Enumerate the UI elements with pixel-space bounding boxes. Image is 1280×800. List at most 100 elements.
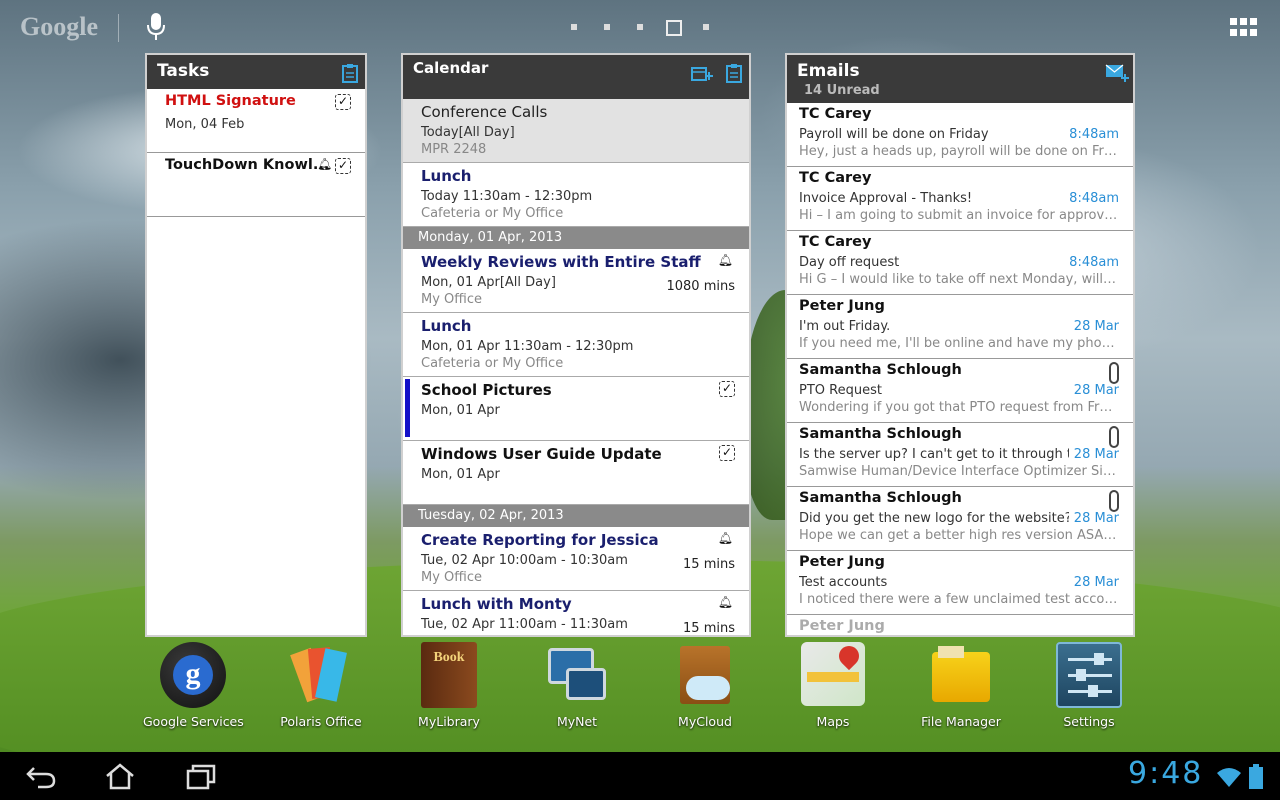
battery-icon — [1249, 764, 1263, 789]
day-header: Tuesday, 02 Apr, 2013 — [403, 505, 749, 527]
calendar-widget: Calendar Conference Calls Today[All Day]… — [401, 53, 751, 637]
email-time: 28 Mar — [1073, 511, 1119, 526]
email-list[interactable]: TC Carey Payroll will be done on Friday He… — [787, 103, 1133, 635]
maps-icon — [800, 641, 866, 708]
email-item[interactable]: Samantha Schlough PTO Request Wondering if… — [787, 359, 1133, 423]
email-time: 28 Mar — [1073, 383, 1119, 398]
email-item[interactable]: Peter Jung Test accounts I noticed there w… — [787, 551, 1133, 615]
task-item[interactable]: HTML Signature Mon, 04 Feb ✓ — [147, 89, 365, 153]
email-item[interactable]: Peter Jung I'm out Friday. If you need me,… — [787, 295, 1133, 359]
email-subject: Is the server up? I can't get to it thro… — [799, 447, 1069, 462]
attachment-icon — [1109, 362, 1119, 384]
dock-app-label: Google Services — [143, 714, 244, 729]
event-where: MPR 2248 — [421, 142, 487, 157]
reminder-bell-icon: 🔔︎ — [317, 157, 333, 171]
email-time: 28 Mar — [1073, 447, 1119, 462]
add-event-icon[interactable] — [691, 63, 713, 83]
back-icon[interactable] — [24, 762, 58, 790]
emails-title: Emails — [797, 61, 860, 81]
task-item[interactable]: TouchDown Knowl... 🔔︎ ✓ — [147, 153, 365, 217]
home-icon[interactable] — [103, 762, 137, 790]
mylibrary-icon: Book — [416, 642, 482, 708]
task-checkbox[interactable]: ✓ — [719, 445, 735, 461]
email-item[interactable]: Samantha Schlough Is the server up? I can… — [787, 423, 1133, 487]
calendar-event[interactable]: Conference Calls Today[All Day] MPR 2248 — [403, 99, 749, 163]
dock-app-label: File Manager — [921, 714, 1001, 729]
email-subject: Day off request — [799, 255, 900, 270]
page-dot — [632, 20, 665, 36]
calendar-event[interactable]: Weekly Reviews with Entire Staff Mon, 01… — [403, 249, 749, 313]
email-item[interactable]: TC Carey Invoice Approval - Thanks! Hi – I… — [787, 167, 1133, 231]
task-name: HTML Signature — [165, 93, 296, 109]
calendar-event[interactable]: Lunch with Monty Tue, 02 Apr 11:00am - 1… — [403, 591, 749, 636]
email-time: 8:48am — [1069, 127, 1119, 142]
task-date: Mon, 04 Feb — [165, 117, 245, 132]
event-when: Today 11:30am - 12:30pm — [421, 189, 593, 204]
dock-app-mylibrary[interactable]: Book MyLibrary — [399, 642, 499, 729]
calendar-event[interactable]: Lunch Today 11:30am - 12:30pm Cafeteria … — [403, 163, 749, 227]
email-subject: PTO Request — [799, 383, 882, 398]
task-checkbox[interactable]: ✓ — [719, 381, 735, 397]
clipboard-icon[interactable] — [726, 63, 742, 83]
event-duration: 1080 mins — [666, 279, 735, 294]
email-sender: TC Carey — [799, 170, 872, 186]
dock-app-polaris-office[interactable]: Polaris Office — [271, 642, 371, 729]
email-subject: Did you get the new logo for the website… — [799, 511, 1069, 526]
page-dot — [599, 20, 632, 36]
tasks-widget: Tasks HTML Signature Mon, 04 Feb ✓ Touch… — [145, 53, 367, 637]
dock-app-settings[interactable]: Settings — [1039, 642, 1139, 729]
event-where: Cafeteria or My Office — [421, 356, 564, 371]
email-time: 8:48am — [1069, 191, 1119, 206]
dock-app-mynet[interactable]: MyNet — [527, 642, 627, 729]
email-item[interactable]: Samantha Schlough Did you get the new log… — [787, 487, 1133, 551]
dock-app-label: MyNet — [556, 714, 598, 729]
dock-app-label: Settings — [1063, 714, 1115, 729]
task-checkbox[interactable]: ✓ — [335, 94, 351, 110]
email-subject: Invoice Approval - Thanks! — [799, 191, 973, 206]
voice-search-icon[interactable] — [145, 12, 167, 42]
dock-app-google-services[interactable]: g Google Services — [143, 642, 244, 729]
page-dot-current — [665, 20, 698, 36]
reminder-bell-icon: 🔔︎ — [717, 531, 733, 545]
email-sender: Samantha Schlough — [799, 490, 962, 506]
calendar-event[interactable]: Lunch Mon, 01 Apr 11:30am - 12:30pm Cafe… — [403, 313, 749, 377]
dock-app-mycloud[interactable]: MyCloud — [655, 642, 755, 729]
dock-app-file-manager[interactable]: File Manager — [911, 642, 1011, 729]
emails-header: Emails 14 Unread — [787, 55, 1133, 103]
email-preview: Hope we can get a better high res versio… — [799, 528, 1119, 543]
wifi-icon — [1217, 768, 1241, 787]
google-search-widget[interactable]: Google — [20, 12, 98, 42]
email-preview: Hey, just a heads up, payroll will be do… — [799, 144, 1119, 159]
recent-apps-icon[interactable] — [184, 762, 218, 790]
email-item[interactable]: TC Carey Payroll will be done on Friday He… — [787, 103, 1133, 167]
email-time: 8:48am — [1069, 255, 1119, 270]
settings-icon — [1056, 642, 1122, 708]
email-item[interactable]: TC Carey Day off request Hi G – I would li… — [787, 231, 1133, 295]
compose-email-icon[interactable] — [1105, 63, 1129, 83]
email-preview: Hi G – I would like to take off next Mon… — [799, 272, 1119, 287]
app-drawer-icon[interactable] — [1230, 18, 1258, 38]
task-checkbox[interactable]: ✓ — [335, 158, 351, 174]
email-sender: TC Carey — [799, 106, 872, 122]
event-duration: 15 mins — [683, 621, 735, 636]
calendar-event[interactable]: Create Reporting for Jessica Tue, 02 Apr… — [403, 527, 749, 591]
email-preview: Samwise Human/Device Interface Optimizer… — [799, 464, 1119, 479]
event-name: School Pictures — [421, 381, 552, 399]
email-item[interactable]: Peter Jung — [787, 615, 1133, 635]
calendar-task[interactable]: Windows User Guide Update Mon, 01 Apr ✓ — [403, 441, 749, 505]
clipboard-icon[interactable] — [342, 63, 358, 83]
email-sender: Peter Jung — [799, 298, 885, 314]
event-name: Lunch with Monty — [421, 595, 572, 613]
event-name: Lunch — [421, 317, 472, 335]
email-sender: Peter Jung — [799, 554, 885, 570]
email-time: 28 Mar — [1073, 575, 1119, 590]
file-manager-icon — [928, 642, 994, 708]
dock-app-maps[interactable]: Maps — [783, 641, 883, 729]
calendar-task[interactable]: School Pictures Mon, 01 Apr ✓ — [403, 377, 749, 441]
event-when: Today[All Day] — [421, 125, 515, 140]
dock-app-label: Polaris Office — [280, 714, 362, 729]
unread-count: 14 Unread — [804, 83, 880, 98]
event-where: Cafeteria or My Office — [421, 206, 564, 221]
polaris-office-icon — [288, 642, 354, 708]
page-dot — [698, 20, 731, 36]
